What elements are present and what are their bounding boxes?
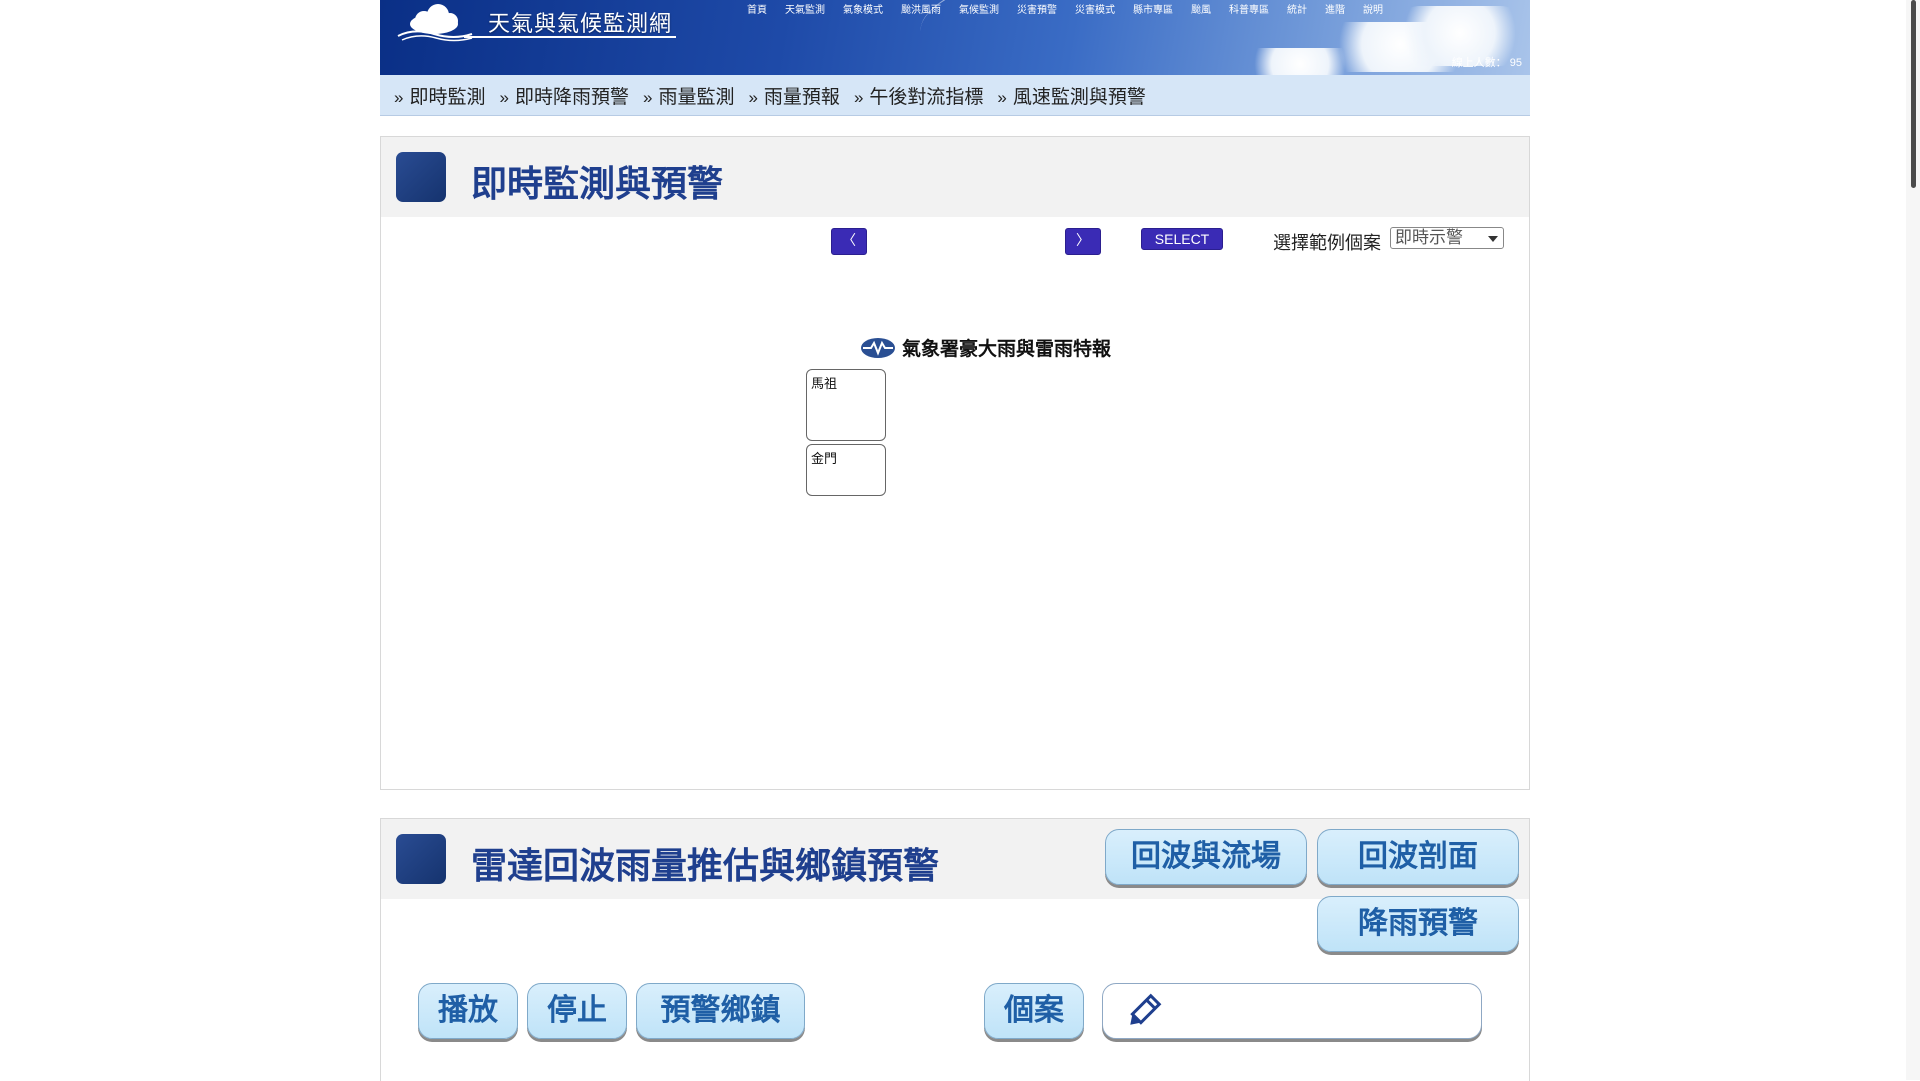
sub-nav-label: 即時降雨預警 (514, 86, 629, 108)
sub-nav-label: 雨量監測 (658, 86, 735, 108)
top-nav-home[interactable]: 首頁 (738, 4, 776, 18)
case-input[interactable] (1102, 983, 1482, 1039)
case-select-dropdown[interactable]: 即時示警 (1390, 227, 1504, 249)
chevron-right-icon: » (853, 87, 864, 107)
top-nav-county-area[interactable]: 縣市專區 (1124, 4, 1182, 18)
case-select-value: 即時示警 (1395, 228, 1463, 247)
sub-nav-label: 雨量預報 (763, 86, 840, 108)
sub-nav-label: 午後對流指標 (869, 86, 984, 108)
warning-title: 氣象署豪大雨與雷雨特報 (860, 334, 1111, 361)
sub-nav-realtime-rain-warning[interactable]: » 即時降雨預警 (499, 82, 628, 109)
echo-flow-button[interactable]: 回波與流場 (1105, 829, 1307, 885)
cloud-logo-icon (397, 4, 473, 42)
chevron-right-icon: » (748, 87, 758, 107)
site-logo[interactable]: 天氣與氣候監測網 (394, 2, 684, 42)
chevron-right-icon: » (997, 87, 1007, 107)
page: 天氣與氣候監測網 首頁 天氣監測 氣象模式 颱洪風雨 氣候監測 災害預警 災害模… (380, 0, 1530, 116)
panel-header: 即時監測與預警 (381, 137, 1529, 217)
header-banner: 天氣與氣候監測網 首頁 天氣監測 氣象模式 颱洪風雨 氣候監測 災害預警 災害模… (380, 0, 1530, 75)
region-box-kinmen[interactable]: 金門 (806, 444, 886, 496)
site-title: 天氣與氣候監測網 (488, 12, 673, 37)
top-nav-help[interactable]: 說明 (1354, 4, 1392, 18)
banner-cloud (1240, 48, 1360, 75)
chevron-down-icon (1488, 236, 1498, 242)
top-nav-disaster-model[interactable]: 災害模式 (1066, 4, 1124, 18)
sub-nav-rain-monitor[interactable]: » 雨量監測 (643, 82, 734, 109)
region-box-matsu[interactable]: 馬祖 (806, 369, 886, 441)
case-select-label: 選擇範例個案 (1273, 233, 1381, 253)
top-nav-disaster-warning[interactable]: 災害預警 (1008, 4, 1066, 18)
sub-nav-realtime-monitor[interactable]: » 即時監測 (394, 82, 485, 109)
sub-nav-wind-monitor[interactable]: » 風速監測與預警 (997, 82, 1145, 109)
top-nav-advanced[interactable]: 進階 (1316, 4, 1354, 18)
online-users: 線上人數： 95 (1452, 54, 1522, 70)
online-count: 95 (1509, 57, 1522, 69)
top-nav: 首頁 天氣監測 氣象模式 颱洪風雨 氣候監測 災害預警 災害模式 縣市專區 颱風… (738, 4, 1392, 18)
chevron-right-icon: » (499, 87, 509, 107)
top-nav-typhoon[interactable]: 颱風 (1182, 4, 1220, 18)
panel-square-icon (396, 834, 446, 884)
warning-title-text: 氣象署豪大雨與雷雨特報 (902, 338, 1112, 360)
top-nav-statistics[interactable]: 統計 (1278, 4, 1316, 18)
top-nav-weather-monitor[interactable]: 天氣監測 (776, 4, 834, 18)
title-underline (464, 36, 676, 38)
cwb-logo-icon (861, 337, 895, 358)
top-nav-science[interactable]: 科普專區 (1220, 4, 1278, 18)
stop-button[interactable]: 停止 (527, 983, 627, 1039)
sub-nav-label: 即時監測 (409, 86, 486, 108)
panel-square-icon (396, 152, 446, 202)
sub-nav-rain-forecast[interactable]: » 雨量預報 (748, 82, 839, 109)
chevron-right-icon: » (642, 87, 653, 107)
prev-button[interactable]: 〈 (831, 228, 867, 255)
select-button[interactable]: SELECT (1141, 228, 1223, 250)
play-button[interactable]: 播放 (418, 983, 518, 1039)
rain-warning-button[interactable]: 降雨預警 (1317, 896, 1519, 952)
next-button[interactable]: 〉 (1065, 228, 1101, 255)
warn-town-button[interactable]: 預警鄉鎮 (636, 983, 805, 1039)
sub-nav: » 即時監測 » 即時降雨預警 » 雨量監測 » 雨量預報 » 午後對流指標 » 風速監測與… (380, 75, 1530, 116)
chevron-right-icon: » (394, 87, 404, 107)
scrollbar-thumb[interactable] (1911, 0, 1916, 188)
pencil-icon (1130, 993, 1162, 1025)
sub-nav-afternoon-convection[interactable]: » 午後對流指標 (854, 82, 983, 109)
top-nav-weather-model[interactable]: 氣象模式 (834, 4, 892, 18)
online-label: 線上人數： (1451, 57, 1507, 69)
region-label: 馬祖 (811, 377, 838, 392)
page-scrollbar[interactable] (1906, 0, 1920, 1080)
top-nav-climate-monitor[interactable]: 氣候監測 (950, 4, 1008, 18)
panel-title: 即時監測與預警 (471, 164, 724, 205)
top-nav-typhoon-flood[interactable]: 颱洪風雨 (892, 4, 950, 18)
sub-nav-label: 風速監測與預警 (1012, 86, 1146, 108)
echo-profile-button[interactable]: 回波剖面 (1317, 829, 1519, 885)
region-label: 金門 (811, 452, 838, 467)
case-button[interactable]: 個案 (984, 983, 1084, 1039)
panel-title: 雷達回波雨量推估與鄉鎮預警 (471, 846, 940, 887)
